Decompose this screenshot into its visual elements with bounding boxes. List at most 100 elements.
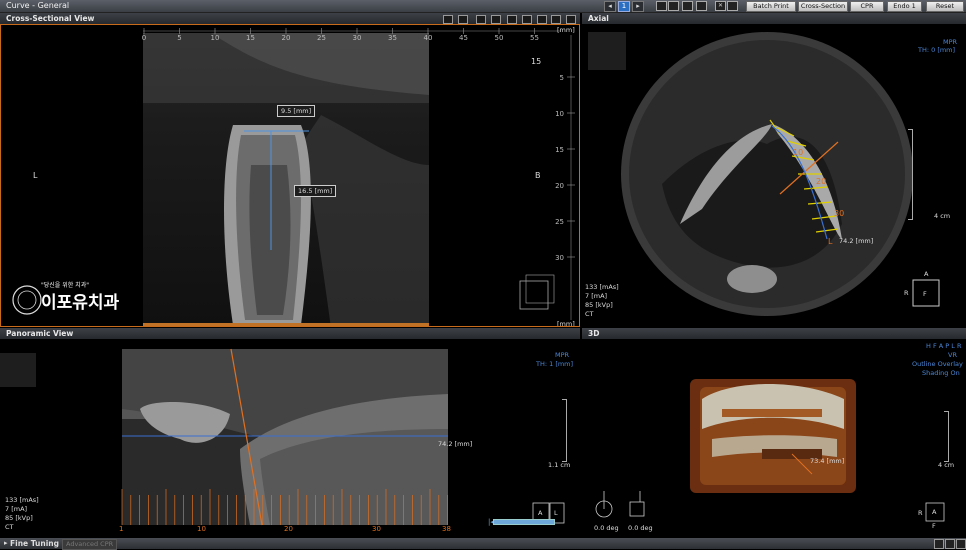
panoramic-ct-params: 133 [mAs] 7 [mA] 85 [kVp] CT (5, 496, 39, 532)
endo-1-button[interactable]: Endo 1 (887, 1, 922, 12)
camera-icon[interactable] (522, 15, 532, 24)
axial-ma: 7 [mA] (585, 292, 608, 300)
ruler-h-label: 55 (530, 34, 539, 42)
pano-mas: 133 [mAs] (5, 496, 39, 504)
axial-title: Axial (588, 14, 609, 23)
copy-icon[interactable] (537, 15, 547, 24)
ruler-h-label: 10 (211, 34, 220, 42)
layout-4-icon[interactable] (696, 1, 707, 11)
maximize-icon[interactable] (566, 15, 576, 24)
cpr-button[interactable]: CPR (850, 1, 884, 12)
view3d-header: 3D (582, 328, 966, 339)
axial-tick-30: 30 (834, 209, 845, 218)
batch-print-button[interactable]: Batch Print (746, 1, 796, 12)
view3d-orientations[interactable]: H F A P L R (926, 342, 961, 350)
pano-tick-10: 10 (197, 525, 206, 533)
view3d-orient-left: R (918, 509, 923, 517)
ruler-h-label: 5 (177, 34, 181, 42)
scale-value: 15 (531, 57, 542, 66)
advanced-cpr-button[interactable]: Advanced CPR (62, 539, 118, 550)
lock-icon[interactable] (507, 15, 517, 24)
axial-kvp: 85 [kVp] (585, 301, 613, 309)
axial-ct-params: 133 [mAs] 7 [mA] 85 [kVp] CT (585, 283, 619, 319)
layout-2-icon[interactable] (668, 1, 679, 11)
page-nav: ◂ 1 ▸ (604, 1, 646, 12)
ruler-v-label: 10 (555, 110, 564, 118)
view3d-viewport[interactable]: H F A P L R VR Outline Overlay Shading O… (582, 339, 966, 537)
panel-control-icon-3[interactable] (956, 539, 966, 549)
layout-1-icon[interactable] (656, 1, 667, 11)
width-measurement-label[interactable]: 9.5 [mm] (277, 105, 316, 117)
ruler-h-label: 50 (495, 34, 504, 42)
print-icon[interactable] (443, 15, 453, 24)
curve-length-label: 74.2 [mm] (839, 237, 874, 245)
axial-tick-10: 10 (793, 148, 804, 157)
pano-tick-38: 38 (442, 525, 451, 533)
ruler-h-label: 45 (459, 34, 468, 42)
cross-section-viewport[interactable]: 0 5 10 15 20 25 30 35 40 45 50 55 5 10 15 20 25 30 [mm] … (0, 24, 580, 327)
ruler-icon[interactable] (491, 15, 501, 24)
ruler-unit-label-v: [mm] (557, 320, 575, 327)
axial-orient-top: A (924, 270, 929, 278)
grid-layout-icon[interactable] (727, 1, 738, 11)
panoramic-image (0, 348, 567, 526)
panoramic-header: Panoramic View (0, 328, 580, 339)
view3d-outline-overlay[interactable]: Outline Overlay (912, 360, 963, 368)
panoramic-scale: 1.1 cm (548, 461, 571, 469)
bottom-bar: ▸ Fine Tuning Advanced CPR (0, 538, 966, 550)
axial-header: Axial (582, 13, 966, 24)
volume-render-image (595, 379, 949, 522)
ruler-v-label: 15 (555, 146, 564, 154)
axial-image (588, 32, 940, 316)
save-icon[interactable] (551, 15, 561, 24)
panel-control-icon-2[interactable] (945, 539, 955, 549)
page-1-button[interactable]: 1 (618, 1, 630, 12)
panoramic-length: 74.2 [mm] (438, 440, 473, 448)
ruler-unit-label: [mm] (557, 26, 575, 34)
grid-icon[interactable] (458, 15, 468, 24)
view3d-render-mode[interactable]: VR (948, 351, 957, 359)
zoom-icon[interactable] (476, 15, 486, 24)
panoramic-slider[interactable] (493, 519, 555, 525)
ruler-h-label: 15 (246, 34, 255, 42)
ruler-h-label: 30 (353, 34, 362, 42)
ruler-v-label: 20 (555, 182, 564, 190)
ruler-v-label: 5 (560, 74, 564, 82)
ruler-h-label: 0 (142, 34, 146, 42)
panoramic-mode: MPR (555, 351, 570, 359)
title-bar: Curve - General ◂ 1 ▸ ✕ Batch Print Cross-… (0, 0, 966, 13)
expand-icon[interactable]: ▸ (4, 538, 8, 549)
rotation-2-value: 0.0 deg (628, 524, 653, 532)
rotation-1-value: 0.0 deg (594, 524, 619, 532)
reset-button[interactable]: Reset (926, 1, 964, 12)
fine-tuning-label[interactable]: Fine Tuning (10, 538, 59, 549)
axial-viewport[interactable]: MPR TH: 0 [mm] 4 cm L 74.2 [mm] 10 20 30… (582, 24, 966, 327)
view3d-measure: 73.4 [mm] (810, 457, 845, 465)
app-title: Curve - General (6, 1, 70, 10)
view3d-orient-center: A (932, 508, 937, 516)
ruler-h-label: 25 (317, 34, 326, 42)
panoramic-thickness: TH: 1 [mm] (536, 360, 574, 368)
height-measurement-label[interactable]: 16.5 [mm] (294, 185, 337, 197)
prev-page-arrow-icon[interactable]: ◂ (604, 1, 616, 12)
cross-section-title: Cross-Sectional View (6, 14, 95, 23)
view3d-shading[interactable]: Shading On (922, 369, 960, 377)
axial-orient-left: R (904, 289, 909, 297)
side-label-left: L (33, 171, 38, 180)
next-page-arrow-icon[interactable]: ▸ (632, 1, 644, 12)
clinic-name: 이포유치과 (41, 293, 120, 313)
pano-kvp: 85 [kVp] (5, 514, 33, 522)
axial-orient-center: F (923, 290, 927, 298)
axial-mas: 133 [mAs] (585, 283, 619, 291)
cross-section-button[interactable]: Cross-Section (798, 1, 848, 12)
layout-3-icon[interactable] (682, 1, 693, 11)
side-label-right: B (535, 171, 541, 180)
close-layout-icon[interactable]: ✕ (715, 1, 726, 11)
pano-tick-30: 30 (372, 525, 381, 533)
panoramic-title: Panoramic View (6, 329, 74, 338)
panel-control-icon-1[interactable] (934, 539, 944, 549)
curve-end-label: L (828, 237, 833, 246)
panoramic-viewport[interactable]: MPR TH: 1 [mm] 1.1 cm 74.2 [mm] A L 1 10… (0, 339, 580, 537)
panoramic-orient-a: A (538, 509, 543, 517)
ruler-v-label: 25 (555, 218, 564, 226)
